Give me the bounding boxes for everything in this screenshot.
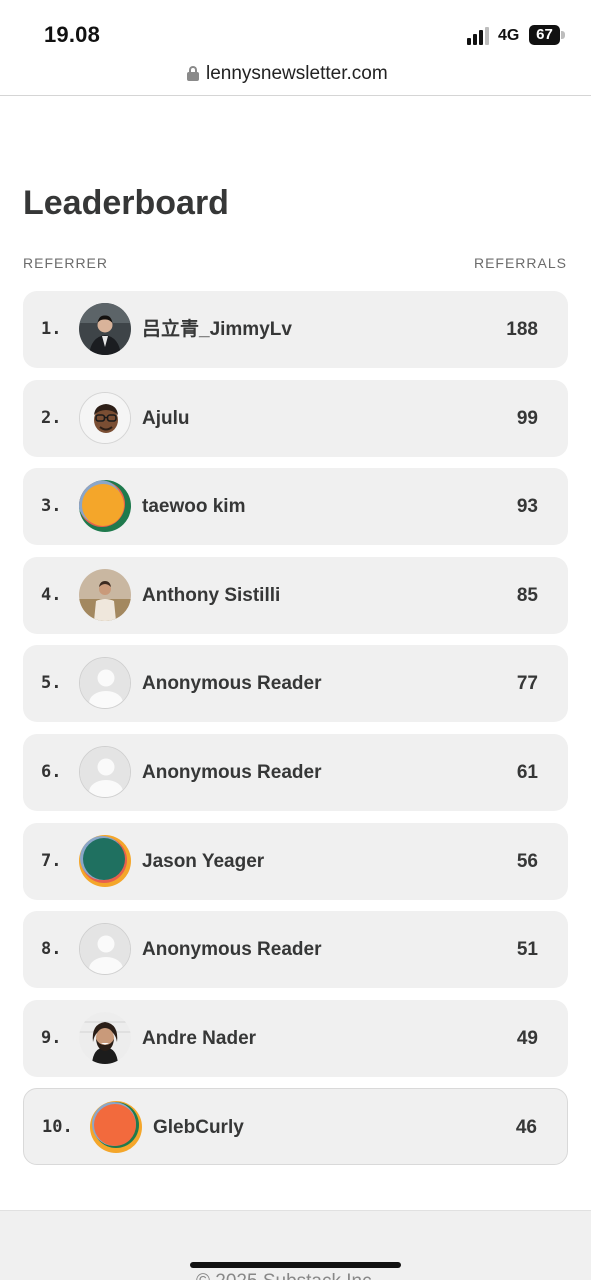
- footer-copyright: © 2025 Substack Inc: [196, 1271, 372, 1280]
- leaderboard-row[interactable]: 1. 吕立青_JimmyLv 188: [23, 291, 568, 368]
- referrer-name[interactable]: Anthony Sistilli: [142, 557, 280, 634]
- rank-number: 2.: [41, 407, 62, 428]
- referrer-name[interactable]: Ajulu: [142, 380, 190, 457]
- rank-number: 6.: [41, 761, 62, 782]
- column-header-referrer: REFERRER: [23, 255, 109, 271]
- leaderboard-row-current-user[interactable]: 10. GlebCurly 46: [23, 1088, 568, 1166]
- generated-orange-avatar[interactable]: [79, 480, 131, 533]
- photo-avatar-beard[interactable]: [79, 1011, 131, 1064]
- default-user-avatar[interactable]: [79, 745, 131, 798]
- rank-number: 9.: [41, 1027, 62, 1048]
- leaderboard-row[interactable]: 3. taewoo kim 93: [23, 468, 568, 546]
- referral-count: 77: [516, 673, 538, 695]
- cellular-signal-icon: [467, 27, 491, 45]
- status-time: 19.08: [44, 22, 101, 47]
- referrer-name[interactable]: taewoo kim: [142, 468, 245, 545]
- leaderboard-row[interactable]: 7. Jason Yeager 56: [23, 822, 568, 900]
- referral-count: 99: [516, 407, 538, 429]
- page-title: Leaderboard: [23, 184, 229, 222]
- referrer-name[interactable]: Anonymous Reader: [142, 734, 321, 811]
- photo-avatar-outdoor[interactable]: [79, 568, 131, 621]
- rank-number: 7.: [41, 850, 62, 871]
- lock-icon: [187, 66, 199, 82]
- status-bar: 19.08 4G 67: [0, 0, 591, 58]
- browser-url-bar[interactable]: lennysnewsletter.com: [0, 58, 591, 96]
- leaderboard-row[interactable]: 4. Anthony Sistilli 85: [23, 556, 568, 634]
- leaderboard-list: 1. 吕立青_JimmyLv 188 2. Ajulu 99 3. taewoo…: [23, 291, 568, 1177]
- default-user-avatar[interactable]: [79, 657, 131, 710]
- referral-count: 46: [515, 1117, 537, 1139]
- home-indicator[interactable]: [190, 1262, 401, 1268]
- rank-number: 4.: [41, 584, 62, 605]
- referrer-name[interactable]: 吕立青_JimmyLv: [142, 291, 292, 368]
- rank-number: 10.: [42, 1117, 73, 1138]
- referral-count: 93: [516, 496, 538, 518]
- referrer-name[interactable]: Anonymous Reader: [142, 911, 321, 988]
- referrer-name[interactable]: Jason Yeager: [142, 823, 264, 900]
- referral-count: 188: [506, 319, 538, 340]
- network-type: 4G: [498, 27, 520, 44]
- page-footer: © 2025 Substack Inc: [0, 1210, 591, 1280]
- referral-count: 56: [516, 850, 538, 872]
- referral-count: 49: [516, 1027, 538, 1049]
- rank-number: 8.: [41, 939, 62, 960]
- leaderboard-row[interactable]: 9. Andre Nader 49: [23, 999, 568, 1077]
- referrer-name[interactable]: Anonymous Reader: [142, 645, 321, 722]
- leaderboard-row[interactable]: 2. Ajulu 99: [23, 379, 568, 457]
- referral-count: 61: [516, 761, 538, 783]
- leaderboard-row[interactable]: 5. Anonymous Reader 77: [23, 645, 568, 723]
- battery-icon: 67: [529, 25, 565, 45]
- rank-number: 5.: [41, 673, 62, 694]
- photo-avatar-suit[interactable]: [79, 303, 131, 355]
- leaderboard-row[interactable]: 8. Anonymous Reader 51: [23, 911, 568, 989]
- memoji-avatar[interactable]: [79, 391, 131, 444]
- referrer-name[interactable]: GlebCurly: [153, 1089, 244, 1166]
- leaderboard-row[interactable]: 6. Anonymous Reader 61: [23, 733, 568, 811]
- referral-count: 85: [516, 584, 538, 606]
- battery-level: 67: [536, 26, 553, 43]
- rank-number: 3.: [41, 496, 62, 517]
- generated-green-avatar[interactable]: [79, 834, 131, 887]
- referral-count: 51: [516, 939, 538, 961]
- url-text[interactable]: lennysnewsletter.com: [206, 63, 388, 85]
- default-user-avatar[interactable]: [79, 923, 131, 976]
- generated-red-avatar[interactable]: [90, 1101, 142, 1154]
- referrer-name[interactable]: Andre Nader: [142, 1000, 256, 1077]
- column-header-referrals: REFERRALS: [473, 255, 567, 271]
- rank-number: 1.: [41, 319, 62, 339]
